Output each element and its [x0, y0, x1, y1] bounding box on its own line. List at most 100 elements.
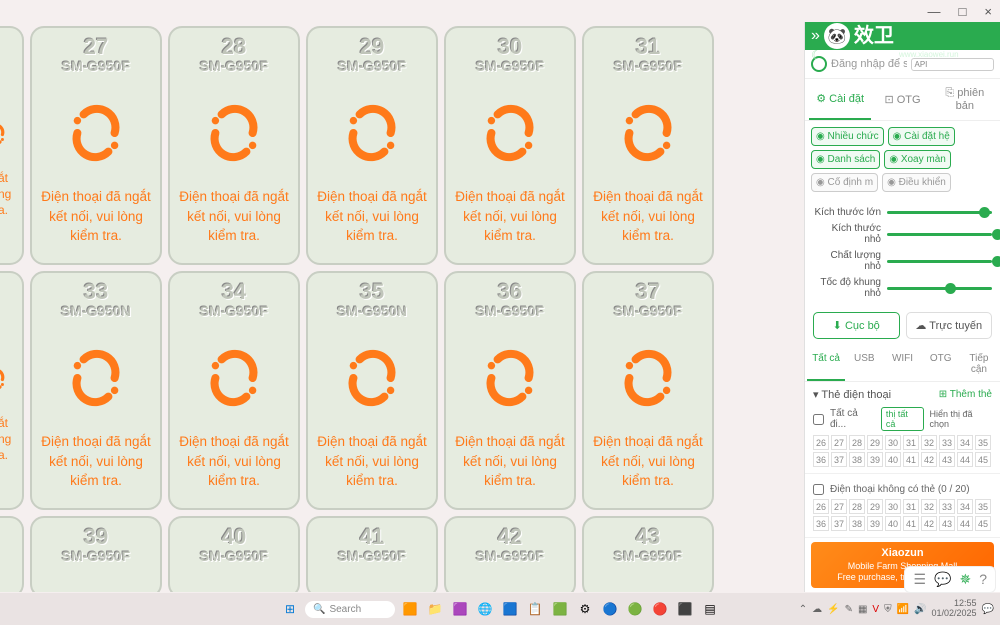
device-card[interactable]: 40SM-G950FĐiện thoại đã ngắt kết nối, vu…	[168, 516, 300, 592]
task-icon[interactable]: 🟧	[400, 599, 420, 619]
device-num-cell[interactable]: 27	[831, 435, 847, 450]
device-num-cell[interactable]: 41	[903, 452, 919, 467]
untagged-checkbox[interactable]	[813, 484, 824, 495]
device-num-cell[interactable]: 33	[939, 435, 955, 450]
device-card[interactable]: 43SM-G950FĐiện thoại đã ngắt kết nối, vu…	[582, 516, 714, 592]
pill-toggle[interactable]: ◉ Cài đặt hệ	[888, 127, 955, 146]
task-icon[interactable]: ⬛	[675, 599, 695, 619]
start-button[interactable]: ⊞	[280, 599, 300, 619]
device-num-cell[interactable]: 30	[885, 435, 901, 450]
device-num-cell[interactable]: 35	[975, 435, 991, 450]
mode-button[interactable]: ☁ Trực tuyến	[906, 312, 993, 339]
task-icon[interactable]: 🌐	[475, 599, 495, 619]
pill-toggle[interactable]: ◉ Danh sách	[811, 150, 880, 169]
task-icon[interactable]: 📋	[525, 599, 545, 619]
slider-track[interactable]	[887, 260, 992, 263]
tray-icon[interactable]: ▦	[858, 604, 867, 615]
device-card[interactable]: 27SM-G950FĐiện thoại đã ngắt kết nối, vu…	[30, 26, 162, 265]
tab-OTG[interactable]: ⊡ OTG	[871, 79, 933, 120]
device-card-partial[interactable]	[0, 516, 24, 592]
wechat-icon[interactable]: ✵	[959, 571, 971, 588]
device-num-cell[interactable]: 44	[957, 516, 973, 531]
tray-icon[interactable]: ☁	[812, 604, 822, 615]
tab-phiên bản[interactable]: ⎘ phiên bản	[934, 79, 996, 120]
device-num-cell[interactable]: 39	[867, 516, 883, 531]
device-num-cell[interactable]: 39	[867, 452, 883, 467]
task-icon[interactable]: 📁	[425, 599, 445, 619]
conn-tab[interactable]: OTG	[922, 347, 960, 381]
minimize-button[interactable]: —	[928, 4, 941, 19]
device-card[interactable]: 28SM-G950FĐiện thoại đã ngắt kết nối, vu…	[168, 26, 300, 265]
device-num-cell[interactable]: 38	[849, 452, 865, 467]
device-num-cell[interactable]: 45	[975, 516, 991, 531]
device-num-cell[interactable]: 28	[849, 499, 865, 514]
device-num-cell[interactable]: 38	[849, 516, 865, 531]
device-num-cell[interactable]: 40	[885, 452, 901, 467]
device-card[interactable]: 34SM-G950FĐiện thoại đã ngắt kết nối, vu…	[168, 271, 300, 510]
device-num-cell[interactable]: 44	[957, 452, 973, 467]
device-card[interactable]: 41SM-G950FĐiện thoại đã ngắt kết nối, vu…	[306, 516, 438, 592]
tray-icon[interactable]: ⚡	[827, 604, 839, 615]
api-badge[interactable]: API	[911, 58, 995, 71]
device-num-cell[interactable]: 35	[975, 499, 991, 514]
device-num-cell[interactable]: 37	[831, 452, 847, 467]
tray-icon[interactable]: ⛨	[884, 604, 892, 615]
device-num-cell[interactable]: 26	[813, 435, 829, 450]
task-icon[interactable]: 🟦	[500, 599, 520, 619]
device-num-cell[interactable]: 29	[867, 435, 883, 450]
clock[interactable]: 12:5501/02/2025	[932, 599, 977, 619]
conn-tab[interactable]: WIFI	[883, 347, 921, 381]
notif-icon[interactable]: 💬	[982, 604, 994, 615]
tray-icon[interactable]: ⌃	[799, 604, 807, 615]
device-card[interactable]: 30SM-G950FĐiện thoại đã ngắt kết nối, vu…	[444, 26, 576, 265]
tray-icon[interactable]: V	[872, 604, 879, 615]
device-card[interactable]: 42SM-G950FĐiện thoại đã ngắt kết nối, vu…	[444, 516, 576, 592]
device-num-cell[interactable]: 42	[921, 516, 937, 531]
task-icon[interactable]: ▤	[700, 599, 720, 619]
task-icon[interactable]: 🔵	[600, 599, 620, 619]
slider-track[interactable]	[887, 233, 992, 236]
device-num-cell[interactable]: 34	[957, 499, 973, 514]
task-icon[interactable]: 🔴	[650, 599, 670, 619]
select-all-checkbox[interactable]	[813, 414, 824, 425]
device-card[interactable]: 35SM-G950NĐiện thoại đã ngắt kết nối, vu…	[306, 271, 438, 510]
task-icon[interactable]: 🟢	[625, 599, 645, 619]
tray-icon[interactable]: ✎	[845, 604, 853, 615]
conn-tab[interactable]: Tiếp cận	[960, 347, 998, 381]
device-num-cell[interactable]: 31	[903, 435, 919, 450]
device-num-cell[interactable]: 31	[903, 499, 919, 514]
device-num-cell[interactable]: 43	[939, 516, 955, 531]
help-icon[interactable]: ?	[979, 571, 987, 588]
device-card[interactable]: 37SM-G950FĐiện thoại đã ngắt kết nối, vu…	[582, 271, 714, 510]
mode-button[interactable]: ⬇ Cục bộ	[813, 312, 900, 339]
device-num-cell[interactable]: 37	[831, 516, 847, 531]
slider-track[interactable]	[887, 211, 992, 214]
device-num-cell[interactable]: 45	[975, 452, 991, 467]
pill-toggle[interactable]: ◉ Nhiều chức	[811, 127, 884, 146]
collapse-icon[interactable]: »	[811, 27, 820, 45]
tab-Cài đặt[interactable]: ⚙ Cài đặt	[809, 79, 871, 120]
device-num-cell[interactable]: 36	[813, 452, 829, 467]
pill-toggle[interactable]: ◉ Điều khiển	[882, 173, 951, 192]
device-num-cell[interactable]: 32	[921, 499, 937, 514]
add-tag-button[interactable]: ⊞ Thêm thẻ	[939, 389, 992, 400]
device-card-partial[interactable]: ắtnga.	[0, 26, 24, 265]
task-icon[interactable]: ⚙	[575, 599, 595, 619]
tray-icon[interactable]: 🔊	[914, 604, 926, 615]
list-icon[interactable]: ☰	[913, 571, 926, 588]
device-card[interactable]: 29SM-G950FĐiện thoại đã ngắt kết nối, vu…	[306, 26, 438, 265]
maximize-button[interactable]: □	[959, 4, 967, 19]
conn-tab[interactable]: USB	[845, 347, 883, 381]
device-num-cell[interactable]: 32	[921, 435, 937, 450]
task-icon[interactable]: 🟪	[450, 599, 470, 619]
task-icon[interactable]: 🟩	[550, 599, 570, 619]
device-num-cell[interactable]: 30	[885, 499, 901, 514]
tray-icon[interactable]: 📶	[897, 604, 909, 615]
moon-icon[interactable]: ☾	[811, 48, 822, 62]
device-num-cell[interactable]: 26	[813, 499, 829, 514]
chat-icon[interactable]: 💬	[934, 571, 951, 588]
device-card-partial[interactable]: ắtnga.	[0, 271, 24, 510]
device-card[interactable]: 31SM-G950FĐiện thoại đã ngắt kết nối, vu…	[582, 26, 714, 265]
device-card[interactable]: 33SM-G950NĐiện thoại đã ngắt kết nối, vu…	[30, 271, 162, 510]
slider-track[interactable]	[887, 287, 992, 290]
